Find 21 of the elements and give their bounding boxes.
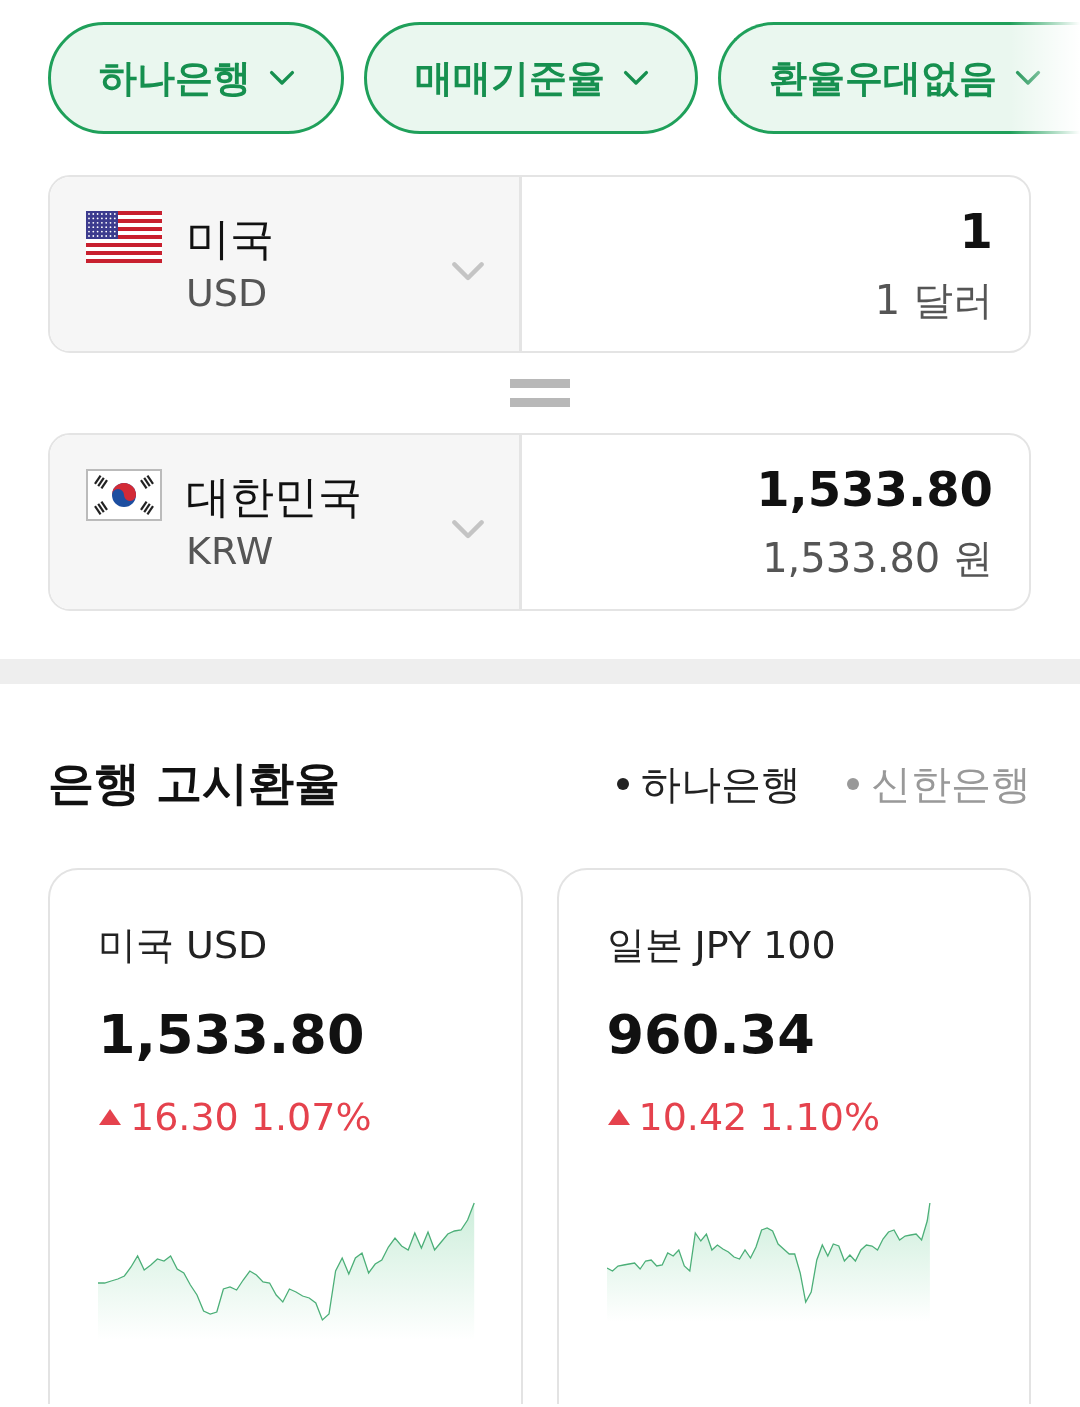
bullet-icon bbox=[617, 778, 629, 790]
currency-title: 미국 USD bbox=[98, 922, 269, 969]
rate-card[interactable]: 일본 JPY 100 960.34 10.42 1.10% bbox=[556, 868, 1031, 1404]
bullet-icon bbox=[847, 778, 859, 790]
exchange-rate: 1,533.80 bbox=[98, 1002, 366, 1068]
filter-dropdown[interactable]: 환율우대없음 bbox=[718, 22, 1080, 134]
chevron-down-icon bbox=[1015, 70, 1041, 86]
up-triangle-icon bbox=[606, 1108, 631, 1126]
section-title: 은행 고시환율 bbox=[48, 755, 340, 812]
exchange-rate: 960.34 bbox=[606, 1002, 816, 1068]
bank-tab[interactable]: 하나은행 bbox=[617, 756, 801, 812]
currency-title: 일본 JPY 100 bbox=[606, 922, 837, 969]
rate-change: 10.42 1.10% bbox=[638, 1094, 881, 1141]
chevron-down-icon bbox=[623, 70, 649, 86]
filter-dropdown[interactable]: 하나은행 bbox=[48, 22, 344, 134]
rate-change: 16.30 1.07% bbox=[130, 1094, 372, 1141]
equals-icon bbox=[509, 379, 570, 407]
up-triangle-icon bbox=[98, 1108, 122, 1126]
filter-dropdown[interactable]: 매매기준율 bbox=[364, 22, 698, 134]
rate-card[interactable]: 미국 USD 1,533.80 16.30 1.07% bbox=[48, 868, 523, 1404]
chevron-down-icon bbox=[269, 70, 295, 86]
